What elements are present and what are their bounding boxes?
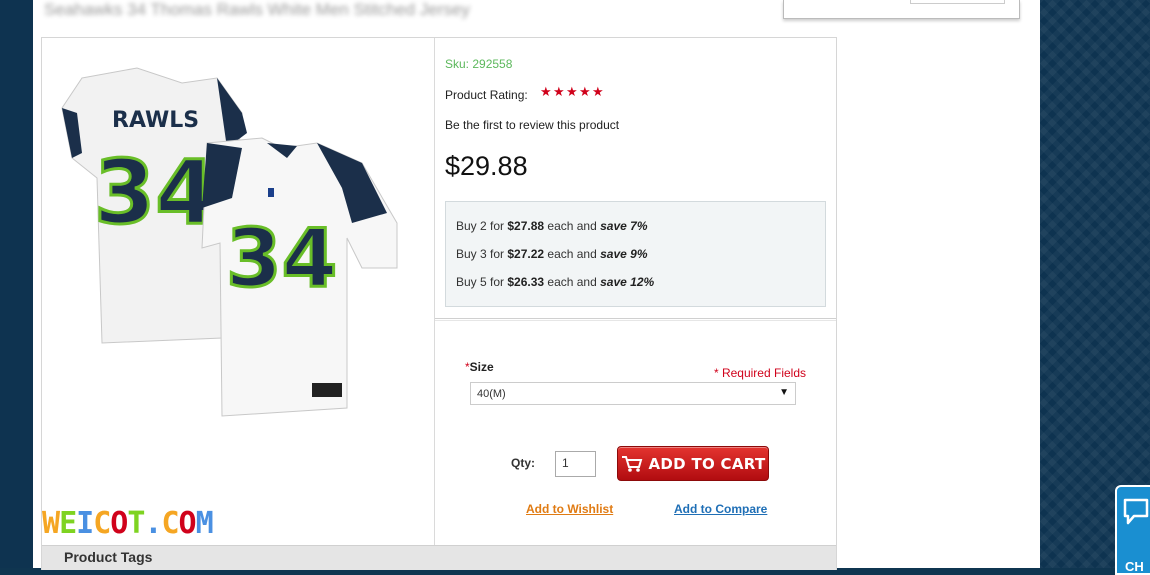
jersey-tag-icon [312,383,342,397]
qty-input[interactable]: 1 [555,451,596,477]
watermark-letter: W [42,506,60,541]
add-to-cart-button[interactable]: ADD TO CART [617,446,769,481]
size-selected-value: 40(M) [477,387,506,400]
tier-price-row: Buy 2 for $27.88 each and save 7% [456,219,648,233]
jersey-front-number: 34 [226,212,337,305]
size-label: *Size [465,360,494,374]
chat-label: CH [1125,559,1144,574]
product-price: $29.88 [445,151,528,181]
top-right-panel [783,0,1020,19]
tier-pricing-box: Buy 2 for $27.88 each and save 7% Buy 3 … [445,201,826,307]
watermark-logo: WEICOT.COM [42,506,214,541]
product-title-blurred: Seahawks 34 Thomas Rawls White Men Stitc… [44,0,470,19]
watermark-letter: O [110,506,128,541]
dropdown-arrow-icon: ▼ [779,387,789,398]
watermark-letter: C [161,506,179,541]
add-to-cart-label: ADD TO CART [648,454,766,473]
watermark-letter: C [93,506,111,541]
product-tags-bar: Product Tags [42,545,836,570]
required-fields-note: * Required Fields [713,366,806,380]
section-divider [435,318,836,319]
product-tags-title: Product Tags [64,549,153,565]
review-link[interactable]: Be the first to review this product [445,118,619,132]
star-icon: ★ [579,84,591,99]
rating-label: Product Rating: [445,88,528,102]
star-icon: ★ [540,84,552,99]
page-content: Seahawks 34 Thomas Rawls White Men Stitc… [0,0,1040,570]
chat-button[interactable]: CH [1115,485,1150,575]
product-image[interactable]: RAWLS 34 34 [42,38,434,545]
watermark-letter: O [178,506,197,541]
jersey-image: RAWLS 34 34 [61,67,398,417]
jersey-back-number: 34 [94,141,216,244]
cart-icon [621,455,642,472]
star-icon: ★ [566,84,578,99]
watermark-letter: E [59,506,77,541]
add-to-wishlist-link[interactable]: Add to Wishlist [526,502,613,516]
rating-stars: ★ ★ ★ ★ ★ [540,84,604,99]
watermark-letter: I [76,506,94,541]
add-to-compare-link[interactable]: Add to Compare [674,502,767,516]
qty-label: Qty: [511,456,535,470]
star-icon: ★ [592,84,604,99]
star-icon: ★ [553,84,565,99]
tier-price-row: Buy 3 for $27.22 each and save 9% [456,247,648,261]
watermark-letter: . [144,506,162,541]
tier-price-row: Buy 5 for $26.33 each and save 12% [456,275,655,289]
product-info: Sku: 292558 Product Rating: ★ ★ ★ ★ ★ Be… [435,38,836,318]
top-right-inner-box [910,0,1005,4]
watermark-letter: T [127,506,145,541]
watermark-letter: M [195,506,214,541]
product-box: RAWLS 34 34 Sku: 292558 Product Rating: [41,37,837,570]
product-sku: Sku: 292558 [445,57,513,71]
left-edge-strip [0,0,33,568]
size-select[interactable]: 40(M) ▼ [470,382,796,405]
chat-bubble-icon [1123,498,1149,525]
nfl-shield-icon [268,188,274,197]
product-options: *Size * Required Fields 40(M) ▼ Qty: 1 A… [435,321,836,545]
jersey-back-name: RAWLS [112,108,199,133]
